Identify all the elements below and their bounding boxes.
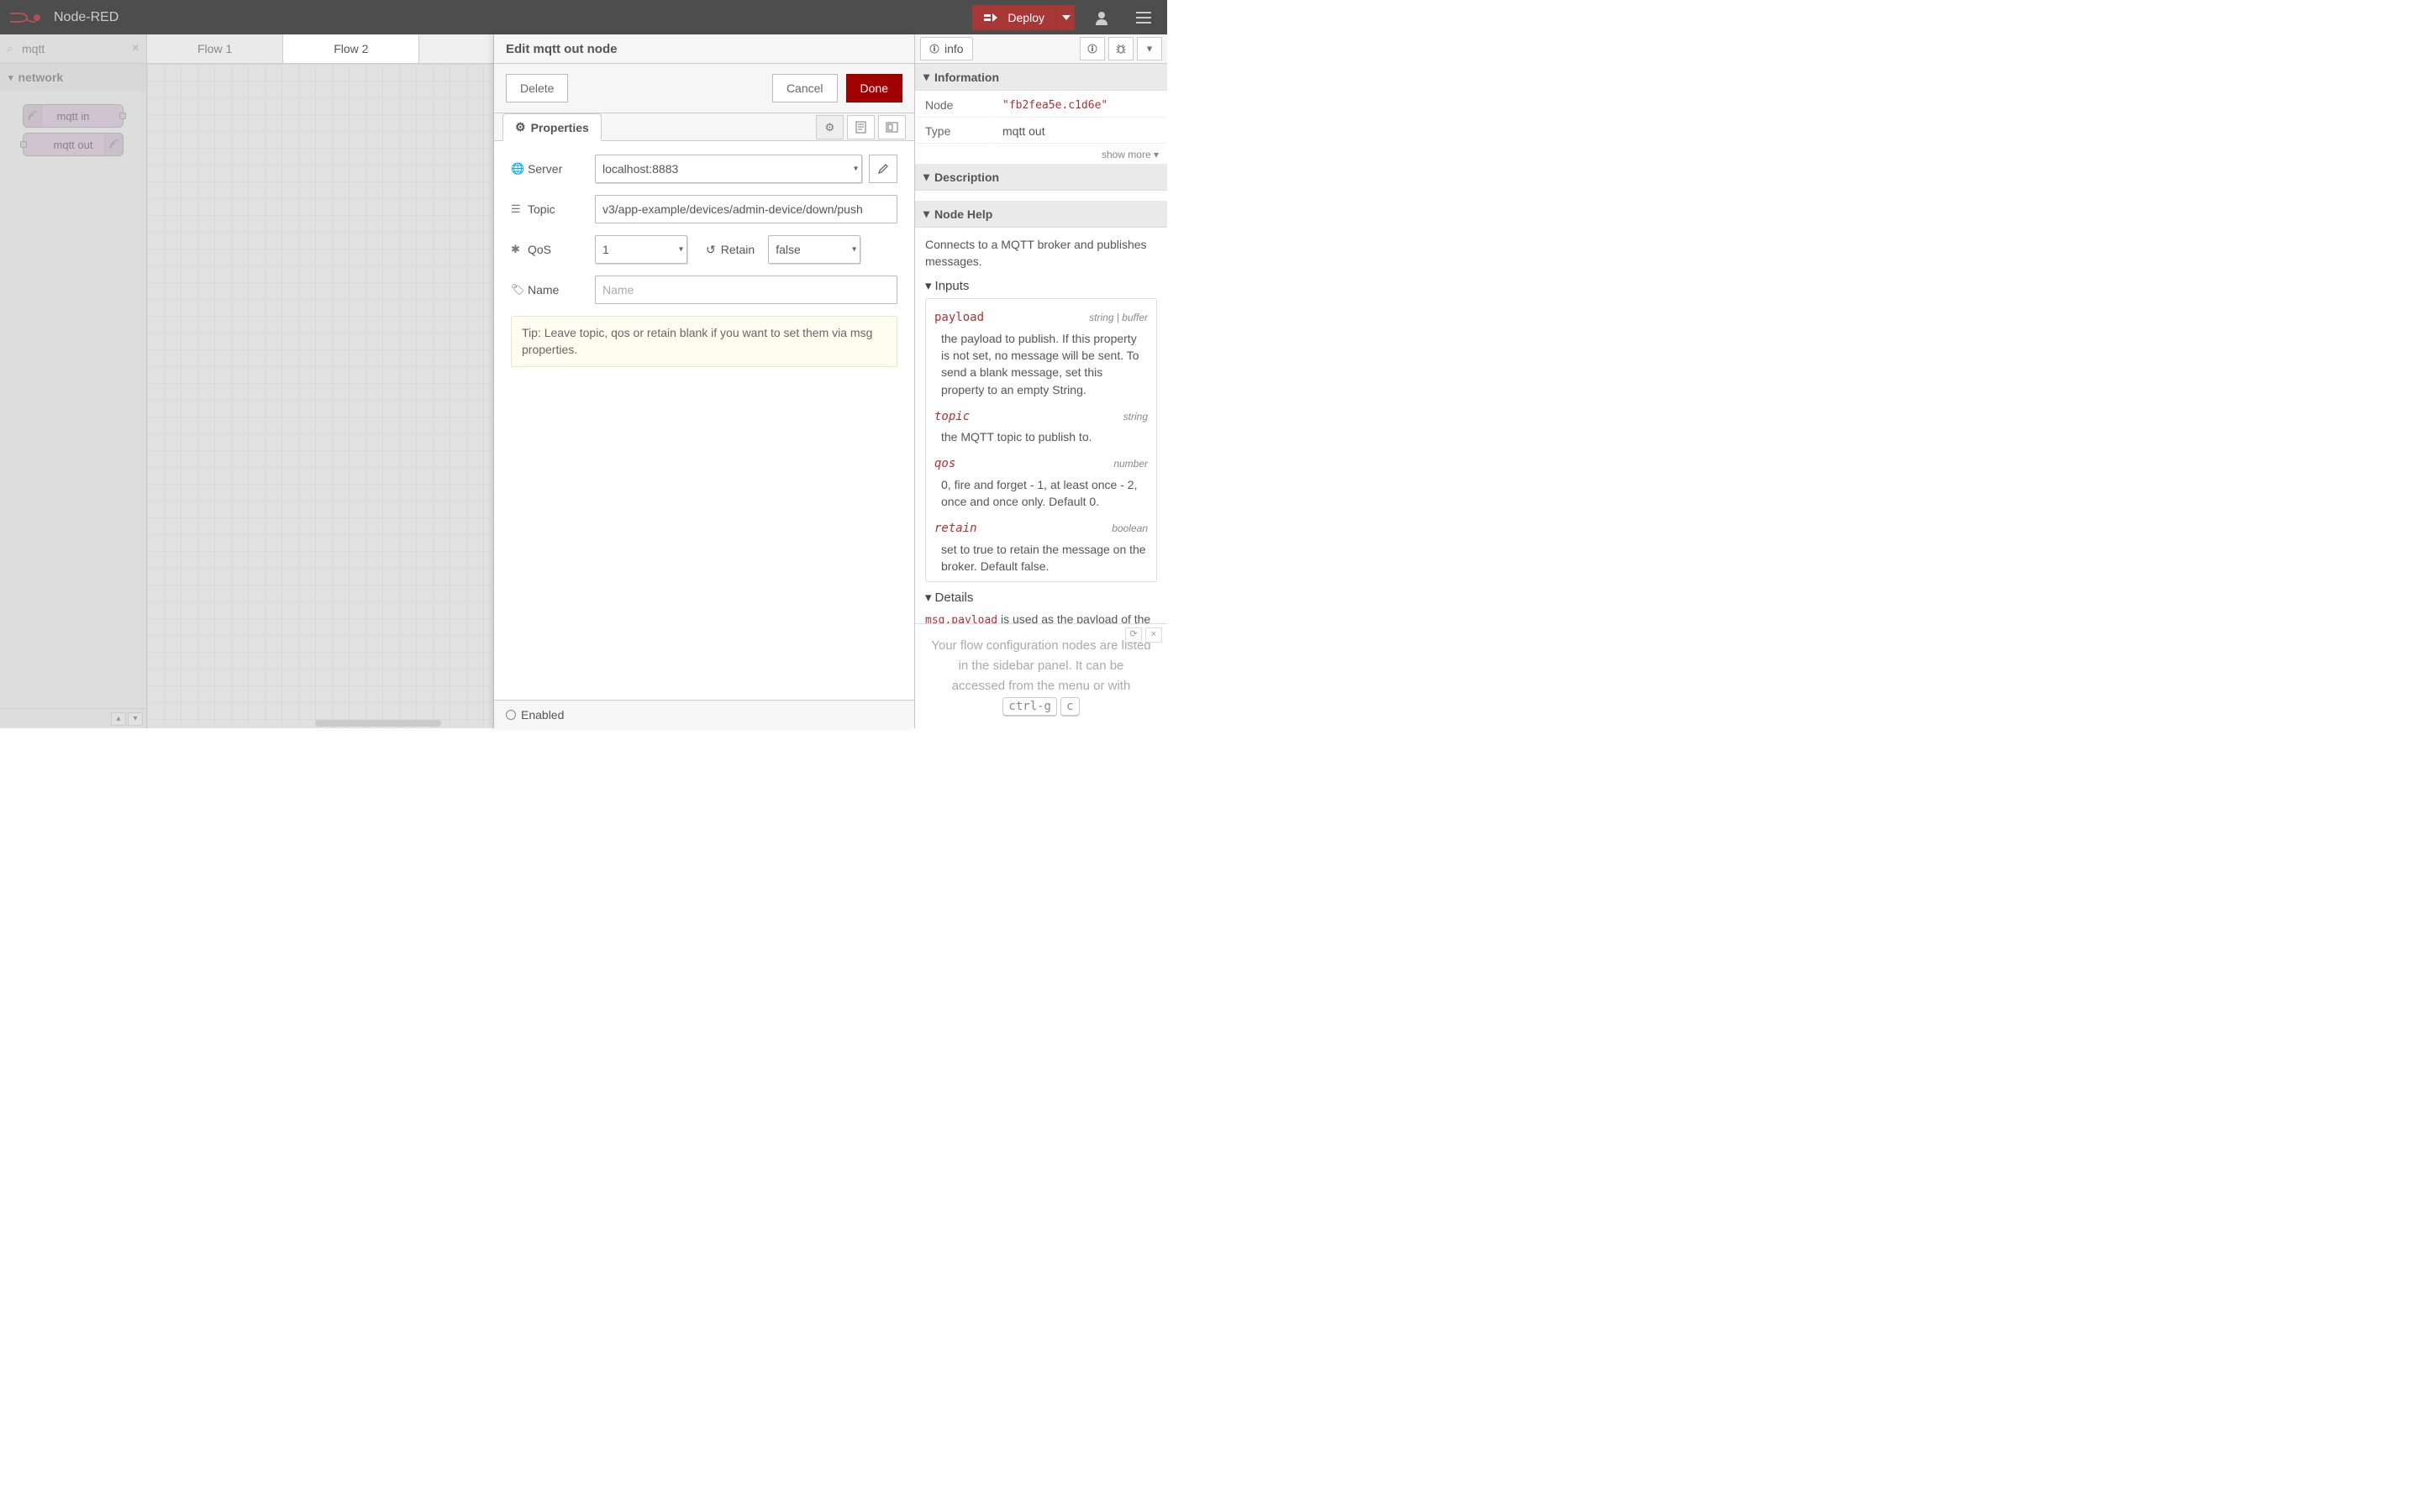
mqtt-icon xyxy=(24,105,42,127)
name-input[interactable] xyxy=(595,276,897,304)
tab-description-button[interactable] xyxy=(847,115,875,139)
deploy-button[interactable]: Deploy xyxy=(972,5,1056,30)
h-scrollbar[interactable] xyxy=(315,720,441,727)
palette-footer: ▴ ▾ xyxy=(0,708,146,728)
app-header: Node-RED Deploy xyxy=(0,0,1167,34)
tab-settings-button[interactable]: ⚙ xyxy=(816,115,844,139)
deploy-icon xyxy=(984,12,1001,24)
chevron-down-icon: ▾ xyxy=(925,277,932,296)
sidebar: info ▾ ▾ Information Node"fb2fea5e.c1d6e… xyxy=(914,34,1167,728)
palette-search: ⌕ × xyxy=(0,34,146,64)
qos-select[interactable]: 1 ▾ xyxy=(595,235,687,264)
caret-icon: ▾ xyxy=(852,245,856,255)
collapse-all-button[interactable]: ▴ xyxy=(111,712,126,726)
enabled-toggle[interactable] xyxy=(506,710,516,720)
sidebar-info-button[interactable] xyxy=(1080,37,1105,60)
sidebar-tab-info[interactable]: info xyxy=(920,37,973,60)
node-type: mqtt out xyxy=(994,119,1165,144)
globe-icon: 🌐 xyxy=(511,162,523,176)
server-select[interactable]: localhost:8883 ▾ xyxy=(595,155,862,183)
deploy-caret-button[interactable] xyxy=(1056,5,1075,30)
retain-select[interactable]: false ▾ xyxy=(768,235,860,264)
sidebar-tabs: info ▾ xyxy=(915,34,1167,64)
logo-icon xyxy=(8,10,47,25)
tray-tabs: ⚙ Properties ⚙ xyxy=(494,113,914,141)
chevron-down-icon: ▾ xyxy=(925,589,932,607)
palette-category-network[interactable]: ▾ network xyxy=(0,64,146,91)
sidebar-tip: ⟳ × Your flow configuration nodes are li… xyxy=(915,623,1167,728)
tray-footer: Enabled xyxy=(494,700,914,728)
sidebar-more-button[interactable]: ▾ xyxy=(1137,37,1162,60)
topic-input[interactable] xyxy=(595,195,897,223)
tab-appearance-button[interactable] xyxy=(878,115,906,139)
node-id: "fb2fea5e.c1d6e" xyxy=(1002,99,1107,112)
menu-button[interactable] xyxy=(1128,5,1159,30)
chevron-down-icon: ▾ xyxy=(923,207,929,221)
gear-icon: ⚙ xyxy=(515,120,526,134)
search-icon: ⌕ xyxy=(7,42,13,55)
info-table: Node"fb2fea5e.c1d6e" Typemqtt out xyxy=(915,91,1167,145)
chevron-down-icon: ▾ xyxy=(923,70,929,84)
sidebar-debug-button[interactable] xyxy=(1108,37,1134,60)
user-button[interactable] xyxy=(1086,5,1117,30)
clear-search-icon[interactable]: × xyxy=(132,41,139,56)
app-title: Node-RED xyxy=(54,10,118,25)
tab-flow-2[interactable]: Flow 2 xyxy=(283,34,419,63)
section-information[interactable]: ▾ Information xyxy=(915,64,1167,91)
chevron-down-icon: ▾ xyxy=(923,170,929,184)
tip-close-button[interactable]: × xyxy=(1145,627,1162,643)
chevron-down-icon: ▾ xyxy=(8,72,13,83)
info-icon xyxy=(929,44,939,54)
palette-node-mqtt-out[interactable]: mqtt out xyxy=(23,133,124,156)
delete-button[interactable]: Delete xyxy=(506,74,568,102)
edit-server-button[interactable] xyxy=(869,155,897,183)
tray-body: 🌐Server localhost:8883 ▾ ☰Topic ✱QoS 1 ▾ xyxy=(494,141,914,700)
list-icon: ☰ xyxy=(511,202,523,216)
help-body: Connects to a MQTT broker and publishes … xyxy=(915,228,1167,623)
edit-node-tray: Edit mqtt out node Delete Cancel Done ⚙ … xyxy=(493,34,914,728)
show-more-link[interactable]: show more ▾ xyxy=(915,145,1167,164)
caret-icon: ▾ xyxy=(854,165,858,174)
done-button[interactable]: Done xyxy=(846,74,902,102)
palette: ⌕ × ▾ network mqtt in mqtt out xyxy=(0,34,147,728)
tab-properties[interactable]: ⚙ Properties xyxy=(502,113,602,141)
tab-flow-1[interactable]: Flow 1 xyxy=(147,34,283,63)
tip-refresh-button[interactable]: ⟳ xyxy=(1125,627,1142,643)
cancel-button[interactable]: Cancel xyxy=(772,74,838,102)
palette-node-mqtt-in[interactable]: mqtt in xyxy=(23,104,124,128)
history-icon: ↺ xyxy=(706,243,716,257)
asterisk-icon: ✱ xyxy=(511,243,523,256)
tag-icon: 🏷 xyxy=(511,283,523,297)
tray-title: Edit mqtt out node xyxy=(494,34,914,64)
tray-toolbar: Delete Cancel Done xyxy=(494,64,914,113)
form-tip: Tip: Leave topic, qos or retain blank if… xyxy=(511,316,897,367)
section-description[interactable]: ▾ Description xyxy=(915,164,1167,191)
expand-all-button[interactable]: ▾ xyxy=(128,712,143,726)
section-node-help[interactable]: ▾ Node Help xyxy=(915,201,1167,228)
mqtt-icon xyxy=(104,134,123,155)
caret-icon: ▾ xyxy=(679,245,683,255)
